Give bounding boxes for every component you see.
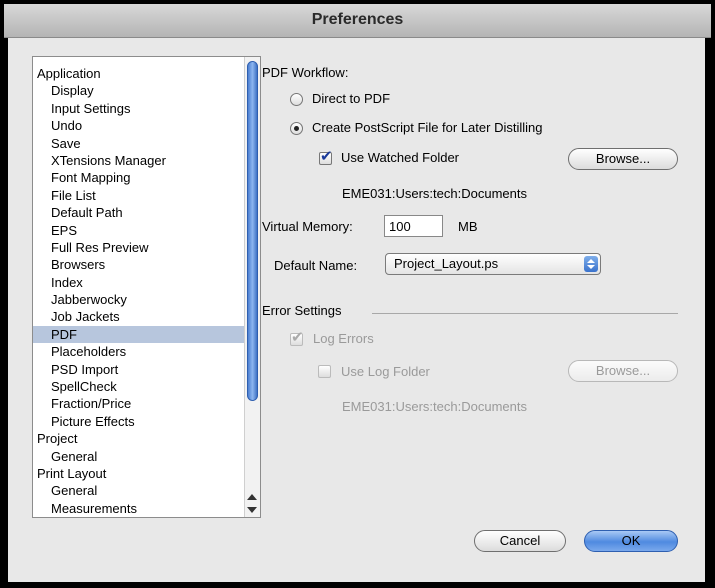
sidebar-item-picture-effects[interactable]: Picture Effects: [33, 413, 245, 430]
sidebar-item-project[interactable]: Project: [33, 430, 245, 447]
create-postscript-radio[interactable]: [290, 122, 303, 135]
sidebar-item-print-layout[interactable]: Print Layout: [33, 465, 245, 482]
sidebar-item-save[interactable]: Save: [33, 135, 245, 152]
watched-folder-path: EME031:Users:tech:Documents: [342, 186, 527, 201]
sidebar-item-placeholders[interactable]: Placeholders: [33, 343, 245, 360]
checkmark-icon: ✔: [320, 148, 333, 165]
sidebar-item-file-list[interactable]: File List: [33, 187, 245, 204]
sidebar-item-job-jackets[interactable]: Job Jackets: [33, 308, 245, 325]
log-folder-browse-button[interactable]: Browse...: [568, 360, 678, 382]
sidebar-item-fraction-price[interactable]: Fraction/Price: [33, 395, 245, 412]
sidebar-item-display[interactable]: Display: [33, 82, 245, 99]
ok-button[interactable]: OK: [584, 530, 678, 552]
sidebar-item-input-settings[interactable]: Input Settings: [33, 100, 245, 117]
sidebar-item-psd-import[interactable]: PSD Import: [33, 361, 245, 378]
category-items: Application Display Input Settings Undo Save…: [33, 65, 245, 517]
virtual-memory-unit: MB: [458, 219, 478, 234]
sidebar-item-xtensions-manager[interactable]: XTensions Manager: [33, 152, 245, 169]
default-name-label: Default Name:: [274, 258, 358, 273]
use-log-folder-checkbox[interactable]: [318, 365, 331, 378]
error-settings-label: Error Settings: [262, 303, 342, 318]
sidebar-item-general[interactable]: General: [33, 482, 245, 499]
scroll-down-arrow-icon[interactable]: [247, 507, 257, 513]
title-bar[interactable]: Preferences: [4, 4, 711, 38]
watched-folder-browse-button[interactable]: Browse...: [568, 148, 678, 170]
sidebar-item-application[interactable]: Application: [33, 65, 245, 82]
preferences-category-list[interactable]: Application Display Input Settings Undo Save…: [32, 56, 261, 518]
preferences-window: Preferences Application Display Input Sett…: [0, 0, 715, 588]
sidebar-item-jabberwocky[interactable]: Jabberwocky: [33, 291, 245, 308]
sidebar-item-full-res-preview[interactable]: Full Res Preview: [33, 239, 245, 256]
sidebar-item-eps[interactable]: EPS: [33, 222, 245, 239]
scroll-up-arrow-icon[interactable]: [247, 494, 257, 500]
pdf-workflow-label: PDF Workflow:: [262, 65, 349, 80]
dialog-content: Application Display Input Settings Undo Save…: [8, 38, 705, 582]
sidebar-item-spellcheck[interactable]: SpellCheck: [33, 378, 245, 395]
log-errors-label[interactable]: Log Errors: [313, 331, 374, 346]
default-name-value: Project_Layout.ps: [394, 256, 499, 271]
sidebar-item-default-path[interactable]: Default Path: [33, 204, 245, 221]
default-name-popup[interactable]: Project_Layout.ps: [385, 253, 601, 275]
list-scrollbar[interactable]: [244, 57, 260, 517]
sidebar-item-undo[interactable]: Undo: [33, 117, 245, 134]
direct-to-pdf-radio[interactable]: [290, 93, 303, 106]
use-watched-folder-label[interactable]: Use Watched Folder: [341, 150, 459, 165]
virtual-memory-label: Virtual Memory:: [262, 219, 353, 234]
checkmark-icon: ✔: [291, 329, 304, 346]
use-log-folder-label[interactable]: Use Log Folder: [341, 364, 430, 379]
direct-to-pdf-label[interactable]: Direct to PDF: [312, 91, 390, 106]
cancel-button[interactable]: Cancel: [474, 530, 566, 552]
sidebar-item-font-mapping[interactable]: Font Mapping: [33, 169, 245, 186]
create-postscript-label[interactable]: Create PostScript File for Later Distill…: [312, 120, 542, 135]
window-title: Preferences: [311, 11, 404, 28]
sidebar-item-general[interactable]: General: [33, 448, 245, 465]
sidebar-item-browsers[interactable]: Browsers: [33, 256, 245, 273]
sidebar-item-measurements[interactable]: Measurements: [33, 500, 245, 517]
log-folder-path: EME031:Users:tech:Documents: [342, 399, 527, 414]
use-watched-folder-checkbox[interactable]: ✔: [319, 148, 333, 165]
log-errors-checkbox[interactable]: ✔: [290, 329, 304, 346]
error-settings-divider: [372, 313, 678, 314]
scrollbar-thumb[interactable]: [247, 61, 258, 401]
virtual-memory-input[interactable]: [384, 215, 443, 237]
popup-arrows-icon: [584, 256, 598, 272]
sidebar-item-index[interactable]: Index: [33, 274, 245, 291]
sidebar-item-pdf[interactable]: PDF: [33, 325, 245, 344]
